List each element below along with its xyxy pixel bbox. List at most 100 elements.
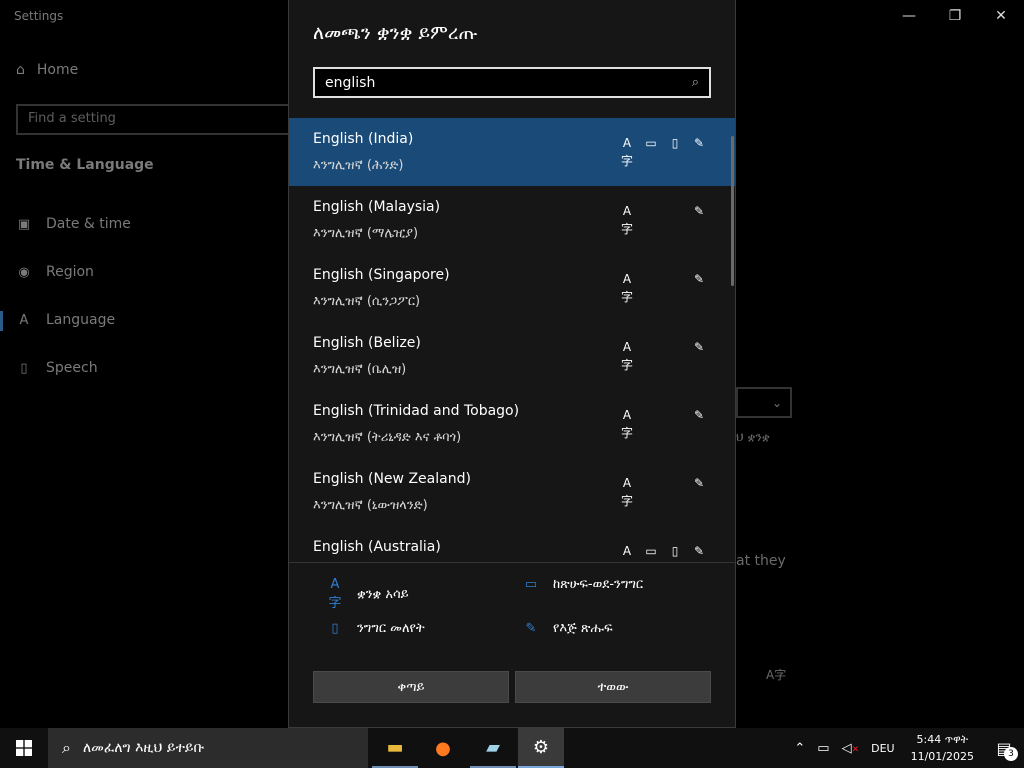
legend-handwriting: ✎ የእጅ ጽሑፍ	[521, 621, 613, 636]
language-name: English (Belize)	[313, 335, 421, 351]
language-native-name: እንግሊዝኛ (ትሪኒዳድ እና ቶባጎ)	[313, 430, 462, 445]
close-button[interactable]: ✕	[978, 0, 1024, 32]
nav-item-label: Region	[46, 264, 94, 280]
language-item[interactable]: English (Belize) እንግሊዝኛ (ቤሊዝ) A字 ✎	[289, 322, 735, 390]
scrollbar-thumb[interactable]	[731, 136, 734, 286]
language-name: English (India)	[313, 131, 414, 147]
system-tray: ⌃ ▭ ◁✕ DEU 5:44 ጥዋት 11/01/2025 ▤ 3	[788, 728, 1024, 768]
handwriting-icon: ✎	[693, 408, 705, 422]
handwriting-icon: ✎	[693, 544, 705, 558]
notification-count: 3	[1004, 747, 1018, 761]
language-name: English (New Zealand)	[313, 471, 471, 487]
legend-speech: ▯ ንግግር መለየት	[325, 621, 424, 636]
chevron-up-icon[interactable]: ⌃	[788, 741, 811, 756]
background-text: ህ ቋንቋ	[736, 430, 770, 444]
notification-center-button[interactable]: ▤ 3	[984, 728, 1024, 768]
language-native-name: እንግሊዝኛ (ሕንድ)	[313, 158, 404, 173]
folder-icon: ▬	[386, 736, 404, 758]
taskbar-app-firefox[interactable]: ●	[420, 728, 466, 768]
language-name: English (Australia)	[313, 539, 441, 555]
display-language-icon: A字	[620, 340, 633, 372]
nav-home[interactable]: ⌂ Home	[16, 62, 78, 78]
legend-display: A字 ቋንቋ አሳይ	[325, 577, 408, 611]
nav-item-label: Date & time	[46, 216, 131, 232]
cancel-button[interactable]: ተወው	[515, 671, 711, 703]
nav-item-label: Language	[46, 312, 116, 328]
home-icon: ⌂	[16, 62, 25, 78]
find-setting-input[interactable]: Find a setting	[16, 104, 306, 135]
next-button[interactable]: ቀጣይ	[313, 671, 509, 703]
language-item[interactable]: English (Australia) A字 ▭ ▯ ✎	[289, 526, 735, 562]
clock-time: 5:44 ጥዋት	[916, 733, 969, 746]
text-to-speech-icon: ▭	[645, 136, 657, 150]
taskbar-search[interactable]: ⌕ ለመፈለግ እዚህ ይተይቡ	[48, 728, 368, 768]
display-language-icon: A字	[766, 668, 787, 682]
minimize-button[interactable]: —	[886, 0, 932, 32]
screen: Settings — ❐ ✕ ⌂ Home Find a setting Tim…	[0, 0, 1024, 768]
background-text: at they	[736, 553, 786, 569]
language-search-input[interactable]: english ⌕	[313, 67, 711, 98]
handwriting-icon: ✎	[693, 272, 705, 286]
search-icon: ⌕	[62, 738, 71, 757]
taskbar-app-file-explorer[interactable]: ▬	[372, 728, 418, 768]
nav-home-label: Home	[36, 62, 79, 78]
language-item[interactable]: English (Malaysia) እንግሊዝኛ (ማሌዢያ) A字 ✎	[289, 186, 735, 254]
taskbar-app-notepad[interactable]: ▰	[470, 728, 516, 768]
display-language-icon: A字	[620, 272, 633, 304]
chevron-down-icon: ⌄	[771, 395, 782, 410]
nav-item-date-time[interactable]: ▣ Date & time	[16, 216, 131, 232]
keyboard-layout[interactable]: DEU	[865, 742, 900, 755]
nav-item-language[interactable]: A Language	[16, 312, 116, 328]
language-icon: A	[19, 312, 29, 328]
language-item[interactable]: English (New Zealand) እንግሊዝኛ (ኒውዝላንድ) A字 ✎	[289, 458, 735, 526]
search-value[interactable]: english	[325, 75, 692, 91]
handwriting-icon: ✎	[693, 136, 705, 150]
language-item[interactable]: English (Singapore) እንግሊዝኛ (ሲንጋፖር) A字 ✎	[289, 254, 735, 322]
display-language-icon: A字	[620, 408, 633, 440]
handwriting-icon: ✎	[693, 340, 705, 354]
handwriting-icon: ✎	[693, 204, 705, 218]
section-title: Time & Language	[16, 157, 154, 173]
display-language-icon: A字	[328, 577, 342, 611]
language-name: English (Malaysia)	[313, 199, 441, 215]
language-name: English (Singapore)	[313, 267, 450, 283]
dialog-title: ለመጫን ቋንቋ ይምረጡ	[313, 22, 478, 44]
text-to-speech-icon: ▭	[645, 544, 657, 558]
taskbar-search-placeholder: ለመፈለግ እዚህ ይተይቡ	[82, 740, 205, 756]
background-dropdown: ⌄	[736, 387, 792, 418]
maximize-button[interactable]: ❐	[932, 0, 978, 32]
microphone-icon: ▯	[331, 621, 339, 636]
notepad-icon: ▰	[486, 736, 500, 758]
handwriting-icon: ✎	[693, 476, 705, 490]
display-language-icon: A字	[620, 476, 633, 508]
taskbar-app-settings[interactable]: ⚙	[518, 728, 564, 768]
window-controls: — ❐ ✕	[886, 0, 1024, 32]
start-button[interactable]	[0, 728, 48, 768]
volume-muted-icon[interactable]: ◁✕	[836, 741, 866, 756]
search-icon[interactable]: ⌕	[692, 75, 699, 90]
display-language-icon: A字	[620, 204, 633, 236]
nav-item-speech[interactable]: ▯ Speech	[16, 360, 98, 376]
clock[interactable]: 5:44 ጥዋት 11/01/2025	[901, 731, 984, 765]
nav-item-label: Speech	[46, 360, 98, 376]
clock-date: 11/01/2025	[910, 750, 974, 763]
display-language-icon: A字	[622, 544, 632, 558]
legend-label: የእጅ ጽሑፍ	[553, 621, 613, 636]
language-item[interactable]: English (India) እንግሊዝኛ (ሕንድ) A字 ▭ ▯ ✎	[289, 118, 735, 186]
firefox-icon: ●	[435, 737, 451, 759]
gear-icon: ⚙	[532, 736, 550, 758]
network-icon[interactable]: ▭	[811, 741, 835, 756]
windows-icon	[16, 740, 32, 756]
language-native-name: እንግሊዝኛ (ማሌዢያ)	[313, 226, 419, 241]
language-native-name: እንግሊዝኛ (ቤሊዝ)	[313, 362, 407, 377]
language-list[interactable]: English (India) እንግሊዝኛ (ሕንድ) A字 ▭ ▯ ✎ English …	[289, 118, 735, 562]
legend-label: ከጽሁፍ-ወደ-ንግግር	[553, 577, 644, 592]
language-item[interactable]: English (Trinidad and Tobago) እንግሊዝኛ (ትሪኒ…	[289, 390, 735, 458]
microphone-icon: ▯	[671, 136, 679, 150]
selected-indicator	[0, 311, 3, 331]
text-to-speech-icon: ▭	[524, 577, 538, 592]
display-language-icon: A字	[620, 136, 633, 168]
nav-item-region[interactable]: ◉ Region	[16, 264, 94, 280]
legend-tts: ▭ ከጽሁፍ-ወደ-ንግግር	[521, 577, 643, 592]
choose-language-dialog: ለመጫን ቋንቋ ይምረጡ english ⌕ English (India) እ…	[288, 0, 736, 728]
